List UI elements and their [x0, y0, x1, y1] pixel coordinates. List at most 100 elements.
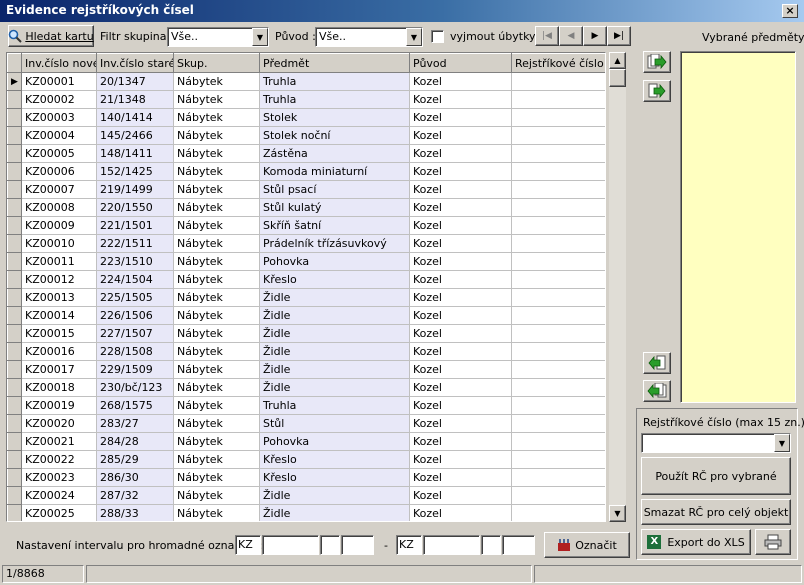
table-cell[interactable]: Kozel — [409, 432, 512, 451]
row-indicator[interactable] — [7, 414, 22, 433]
table-row[interactable]: KZ00025 288/33 Nábytek Židle Kozel — [7, 504, 605, 521]
chevron-down-icon[interactable]: ▼ — [774, 434, 790, 452]
table-cell[interactable]: Kozel — [409, 108, 512, 127]
table-cell[interactable]: 219/1499 — [96, 180, 174, 199]
table-cell[interactable] — [511, 108, 605, 127]
column-header[interactable]: Předmět — [259, 53, 410, 73]
table-cell[interactable]: 145/2466 — [96, 126, 174, 145]
table-cell[interactable]: Židle — [259, 504, 410, 521]
table-cell[interactable]: 285/29 — [96, 450, 174, 469]
table-cell[interactable]: Kozel — [409, 396, 512, 415]
table-cell[interactable]: KZ00001 — [21, 72, 97, 91]
table-cell[interactable]: Kozel — [409, 270, 512, 289]
table-cell[interactable]: Truhla — [259, 72, 410, 91]
table-row[interactable]: KZ00012 224/1504 Nábytek Křeslo Kozel — [7, 270, 605, 289]
group-filter-select[interactable]: Vše.. ▼ — [167, 27, 269, 47]
table-cell[interactable]: 225/1505 — [96, 288, 174, 307]
table-cell[interactable]: 224/1504 — [96, 270, 174, 289]
table-cell[interactable]: Nábytek — [173, 72, 260, 91]
origin-select[interactable]: Vše.. ▼ — [315, 27, 423, 47]
row-indicator[interactable] — [7, 198, 22, 217]
table-cell[interactable]: Nábytek — [173, 486, 260, 505]
table-cell[interactable]: Nábytek — [173, 216, 260, 235]
first-record-button[interactable]: |◀ — [535, 26, 559, 46]
table-cell[interactable]: Kozel — [409, 342, 512, 361]
table-cell[interactable] — [511, 216, 605, 235]
row-indicator[interactable] — [7, 90, 22, 109]
table-cell[interactable]: Kozel — [409, 414, 512, 433]
table-cell[interactable]: KZ00006 — [21, 162, 97, 181]
table-cell[interactable]: Nábytek — [173, 396, 260, 415]
table-cell[interactable] — [511, 324, 605, 343]
row-indicator[interactable] — [7, 306, 22, 325]
table-cell[interactable]: Truhla — [259, 396, 410, 415]
table-cell[interactable]: Nábytek — [173, 324, 260, 343]
row-indicator[interactable] — [7, 486, 22, 505]
table-cell[interactable] — [511, 504, 605, 521]
table-cell[interactable] — [511, 342, 605, 361]
interval-to-prefix[interactable]: KZ — [396, 535, 422, 555]
table-cell[interactable]: KZ00013 — [21, 288, 97, 307]
table-cell[interactable]: Nábytek — [173, 288, 260, 307]
prev-record-button[interactable]: ◀ — [559, 26, 583, 46]
row-indicator[interactable] — [7, 126, 22, 145]
table-row[interactable]: KZ00022 285/29 Nábytek Křeslo Kozel — [7, 450, 605, 469]
interval-from-part2[interactable] — [320, 535, 340, 555]
table-cell[interactable] — [511, 126, 605, 145]
grid-scrollbar[interactable]: ▲ ▼ — [609, 52, 626, 522]
table-cell[interactable]: KZ00019 — [21, 396, 97, 415]
row-indicator[interactable] — [7, 162, 22, 181]
table-cell[interactable]: Kozel — [409, 360, 512, 379]
table-cell[interactable]: 20/1347 — [96, 72, 174, 91]
table-cell[interactable] — [511, 378, 605, 397]
table-row[interactable]: KZ00015 227/1507 Nábytek Židle Kozel — [7, 324, 605, 343]
table-cell[interactable]: Kozel — [409, 144, 512, 163]
table-cell[interactable]: Kozel — [409, 504, 512, 521]
table-cell[interactable]: Nábytek — [173, 270, 260, 289]
table-row[interactable]: KZ00006 152/1425 Nábytek Komoda miniaturní K… — [7, 162, 605, 181]
table-cell[interactable]: KZ00021 — [21, 432, 97, 451]
table-cell[interactable]: 226/1506 — [96, 306, 174, 325]
table-row[interactable]: KZ00014 226/1506 Nábytek Židle Kozel — [7, 306, 605, 325]
print-button[interactable] — [755, 529, 791, 555]
table-cell[interactable]: Kozel — [409, 324, 512, 343]
table-cell[interactable]: Prádelník třízásuvkový — [259, 234, 410, 253]
table-cell[interactable]: KZ00024 — [21, 486, 97, 505]
table-cell[interactable]: Pohovka — [259, 432, 410, 451]
table-row[interactable]: KZ00010 222/1511 Nábytek Prádelník třízásuv… — [7, 234, 605, 253]
table-cell[interactable]: Kozel — [409, 126, 512, 145]
table-cell[interactable] — [511, 414, 605, 433]
table-cell[interactable]: 222/1511 — [96, 234, 174, 253]
table-cell[interactable]: Nábytek — [173, 108, 260, 127]
table-cell[interactable]: 288/33 — [96, 504, 174, 521]
interval-to-number[interactable] — [423, 535, 480, 555]
column-header[interactable]: Skup. — [173, 53, 260, 73]
table-cell[interactable] — [511, 396, 605, 415]
table-cell[interactable] — [511, 360, 605, 379]
current-row-indicator-icon[interactable]: ▶ — [7, 72, 22, 91]
table-cell[interactable]: KZ00023 — [21, 468, 97, 487]
table-cell[interactable] — [511, 486, 605, 505]
table-cell[interactable]: KZ00025 — [21, 504, 97, 521]
row-indicator[interactable] — [7, 234, 22, 253]
table-cell[interactable]: KZ00016 — [21, 342, 97, 361]
table-cell[interactable]: 148/1411 — [96, 144, 174, 163]
table-cell[interactable] — [511, 288, 605, 307]
last-record-button[interactable]: ▶| — [607, 26, 631, 46]
table-cell[interactable]: 230/bč/123 — [96, 378, 174, 397]
table-cell[interactable]: Nábytek — [173, 90, 260, 109]
table-cell[interactable]: Židle — [259, 486, 410, 505]
table-cell[interactable]: KZ00022 — [21, 450, 97, 469]
row-indicator[interactable] — [7, 342, 22, 361]
table-cell[interactable] — [511, 198, 605, 217]
table-row[interactable]: KZ00019 268/1575 Nábytek Truhla Kozel — [7, 396, 605, 415]
table-cell[interactable]: 21/1348 — [96, 90, 174, 109]
row-indicator[interactable] — [7, 504, 22, 521]
table-cell[interactable]: Stolek noční — [259, 126, 410, 145]
table-row[interactable]: KZ00009 221/1501 Nábytek Skříň šatní Kozel — [7, 216, 605, 235]
table-row[interactable]: KZ00011 223/1510 Nábytek Pohovka Kozel — [7, 252, 605, 271]
table-cell[interactable]: Nábytek — [173, 504, 260, 521]
table-row[interactable]: KZ00017 229/1509 Nábytek Židle Kozel — [7, 360, 605, 379]
table-cell[interactable]: 284/28 — [96, 432, 174, 451]
table-cell[interactable]: Židle — [259, 324, 410, 343]
